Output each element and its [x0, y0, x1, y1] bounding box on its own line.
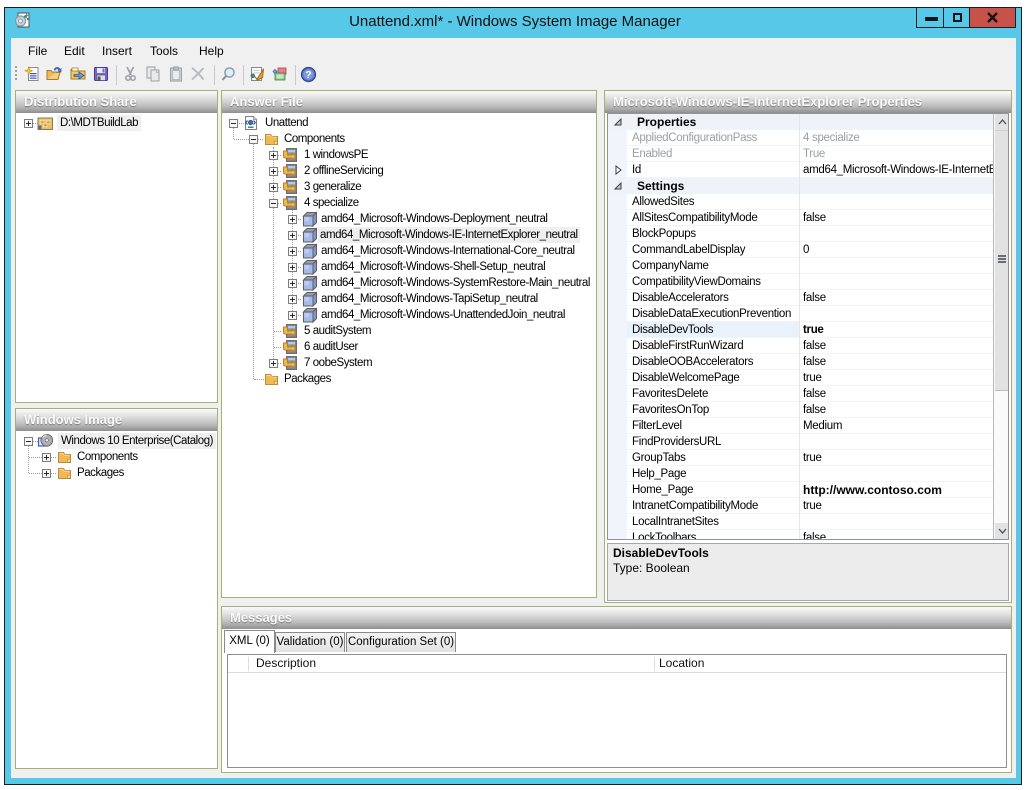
svg-text:?: ? [305, 69, 311, 81]
